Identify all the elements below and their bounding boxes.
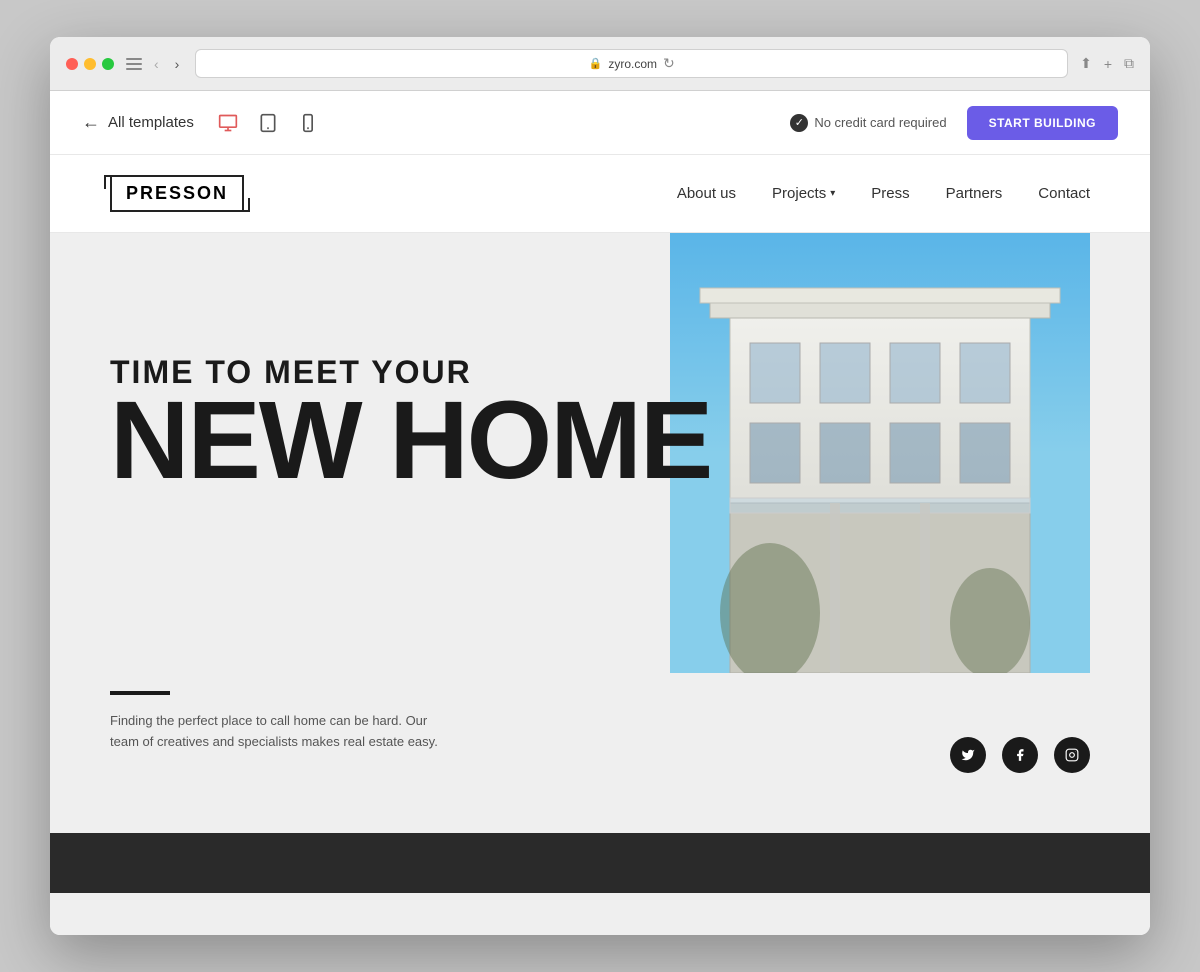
toolbar-left: ← All templates xyxy=(82,109,322,137)
traffic-light-red[interactable] xyxy=(66,58,78,70)
hero-headline-large: NEW HOME xyxy=(110,391,1090,490)
address-bar[interactable]: 🔒 zyro.com ↻ xyxy=(195,49,1068,78)
tablet-icon[interactable] xyxy=(254,109,282,137)
back-link-label: All templates xyxy=(108,114,194,131)
nav-item-about[interactable]: About us xyxy=(677,185,736,203)
new-tab-icon[interactable]: + xyxy=(1104,56,1112,72)
dark-footer xyxy=(50,833,1150,893)
back-arrow-icon: ← xyxy=(82,112,100,133)
no-credit-card-label: ✓ No credit card required xyxy=(790,114,946,132)
back-link[interactable]: ← All templates xyxy=(82,112,194,133)
nav-link-projects: Projects ▾ xyxy=(772,185,835,202)
desktop-icon[interactable] xyxy=(214,109,242,137)
traffic-light-yellow[interactable] xyxy=(84,58,96,70)
checkmark-icon: ✓ xyxy=(790,114,808,132)
twitter-icon[interactable] xyxy=(950,737,986,773)
description-text: Finding the perfect place to call home c… xyxy=(110,711,450,753)
browser-controls: ‹ › xyxy=(126,54,183,74)
sidebar-toggle-icon[interactable] xyxy=(126,58,142,70)
lock-icon: 🔒 xyxy=(589,57,603,70)
chevron-down-icon: ▾ xyxy=(830,188,835,199)
hero-description: Finding the perfect place to call home c… xyxy=(110,691,450,753)
refresh-icon[interactable]: ↻ xyxy=(663,55,675,72)
instagram-icon[interactable] xyxy=(1054,737,1090,773)
divider-line xyxy=(110,691,170,695)
nav-link-press: Press xyxy=(871,185,909,202)
nav-link-about: About us xyxy=(677,185,736,202)
traffic-lights xyxy=(66,58,114,70)
traffic-light-green[interactable] xyxy=(102,58,114,70)
tabs-icon[interactable]: ⧉ xyxy=(1124,55,1134,72)
social-icons xyxy=(950,737,1090,773)
site-nav-links: About us Projects ▾ Press Partners Conta… xyxy=(677,185,1090,203)
nav-item-projects[interactable]: Projects ▾ xyxy=(772,185,835,202)
nav-item-contact[interactable]: Contact xyxy=(1038,185,1090,203)
device-icons xyxy=(214,109,322,137)
nav-item-press[interactable]: Press xyxy=(871,185,909,203)
mobile-icon[interactable] xyxy=(294,109,322,137)
share-icon[interactable]: ⬆ xyxy=(1080,55,1092,72)
start-building-button[interactable]: START BUILDING xyxy=(967,106,1118,140)
browser-chrome: ‹ › 🔒 zyro.com ↻ ⬆ + ⧉ xyxy=(50,37,1150,91)
nav-link-contact: Contact xyxy=(1038,185,1090,202)
nav-link-partners: Partners xyxy=(946,185,1003,202)
toolbar-right: ✓ No credit card required START BUILDING xyxy=(790,106,1118,140)
nav-forward-icon[interactable]: › xyxy=(171,54,184,74)
nav-back-icon[interactable]: ‹ xyxy=(150,54,163,74)
no-credit-text: No credit card required xyxy=(814,115,946,130)
site-logo: PRESSON xyxy=(110,175,244,212)
browser-window: ‹ › 🔒 zyro.com ↻ ⬆ + ⧉ ← All templates xyxy=(50,37,1150,935)
hero-section: TIME TO MEET YOUR NEW HOME Finding the p… xyxy=(50,233,1150,833)
facebook-icon[interactable] xyxy=(1002,737,1038,773)
nav-item-partners[interactable]: Partners xyxy=(946,185,1003,203)
url-text: zyro.com xyxy=(608,57,657,71)
template-toolbar: ← All templates xyxy=(50,91,1150,155)
website-preview: PRESSON About us Projects ▾ Press Partne… xyxy=(50,155,1150,935)
browser-actions: ⬆ + ⧉ xyxy=(1080,55,1134,72)
site-nav: PRESSON About us Projects ▾ Press Partne… xyxy=(50,155,1150,233)
